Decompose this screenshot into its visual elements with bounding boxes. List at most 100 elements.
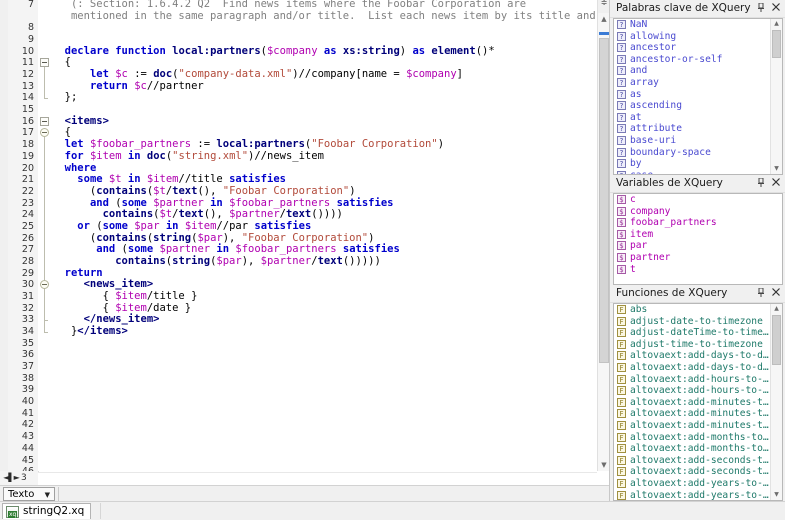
list-item[interactable]: $par (614, 240, 782, 252)
code-line[interactable]: mentioned in the same paragraph and/or t… (52, 11, 597, 23)
fn-item-icon: F (617, 409, 626, 418)
code-token: $t (159, 208, 172, 220)
code-token: text (178, 208, 203, 220)
panel-title-bar[interactable]: Funciones de XQuery (610, 285, 785, 303)
altova-xmlspy-window: 7891011121314151617181920212223242526272… (0, 0, 785, 519)
code-line[interactable]: }</items> (52, 326, 128, 338)
document-tab-bar[interactable]: stringQ2.xq (0, 501, 785, 520)
scroll-down-arrow-icon[interactable]: ▼ (771, 164, 782, 174)
list-item[interactable]: Faltovaext:add-minutes-t… (614, 420, 771, 432)
code-token: let (90, 68, 109, 80)
list-item[interactable]: ?ancestor (614, 42, 771, 54)
xquery-editor[interactable]: 7891011121314151617181920212223242526272… (0, 0, 609, 485)
list-item[interactable]: Faltovaext:add-months-to… (614, 432, 771, 444)
list-item[interactable]: $t (614, 264, 782, 276)
hscroll-track[interactable] (38, 472, 597, 485)
list-item[interactable]: $company (614, 206, 782, 218)
code-token: { (52, 290, 115, 302)
list-item[interactable]: ?base-uri (614, 135, 771, 147)
dock-panel-keywords: Palabras clave de XQuery?NaN?allowing?an… (610, 0, 785, 175)
code-token: ), (242, 255, 261, 267)
view-mode-label: Texto (8, 489, 34, 501)
panel-title-bar[interactable]: Palabras clave de XQuery (610, 0, 785, 18)
fold-toggle-icon[interactable] (40, 117, 49, 126)
code-token: := (191, 138, 216, 150)
code-line[interactable]: declare function local:partners($company… (52, 46, 495, 58)
panel-list[interactable]: $c$company$foobar_partners$item$par$part… (613, 193, 783, 285)
view-mode-dropdown[interactable]: Texto ▼ (3, 487, 55, 501)
list-item[interactable]: Faltovaext:add-years-to-… (614, 490, 771, 502)
list-item[interactable]: Faltovaext:add-hours-to-… (614, 385, 771, 397)
code-token: in (128, 173, 141, 185)
fold-toggle-icon[interactable] (40, 128, 49, 137)
panel-title-bar[interactable]: Variables de XQuery (610, 175, 785, 193)
list-item[interactable]: Fabs (614, 304, 771, 316)
list-item-label: company (630, 206, 670, 218)
list-item[interactable]: ?at (614, 112, 771, 124)
list-item[interactable]: $c (614, 194, 782, 206)
fold-toggle-icon[interactable] (40, 280, 49, 289)
list-item[interactable]: ?allowing (614, 31, 771, 43)
code-line[interactable]: }; (52, 92, 77, 104)
kw-item-icon: ? (617, 20, 626, 29)
code-token (52, 45, 65, 57)
code-token: $item (115, 302, 147, 314)
panel-list[interactable]: ?NaN?allowing?ancestor?ancestor-or-self?… (613, 18, 783, 175)
close-icon[interactable] (771, 288, 781, 299)
list-item[interactable]: Fadjust-time-to-timezone (614, 339, 771, 351)
list-item[interactable]: Fadjust-date-to-timezone (614, 316, 771, 328)
list-item[interactable]: ?by (614, 158, 771, 170)
line-number: 33 (8, 314, 34, 326)
panel-vertical-scrollbar[interactable]: ▲▼ (770, 304, 782, 500)
fold-range-end (44, 98, 48, 99)
fold-toggle-icon[interactable] (40, 58, 49, 67)
list-item[interactable]: Faltovaext:add-minutes-t… (614, 397, 771, 409)
scroll-down-arrow-icon[interactable]: ▼ (771, 490, 782, 500)
code-folding-column[interactable] (38, 0, 52, 471)
list-item[interactable]: ?attribute (614, 123, 771, 135)
pin-icon[interactable] (756, 288, 766, 299)
panel-scroll-thumb[interactable] (772, 30, 781, 58)
list-item[interactable]: $item (614, 229, 782, 241)
list-item[interactable]: ?boundary-space (614, 147, 771, 159)
editor-vscroll-thumb[interactable] (599, 38, 609, 363)
var-item-icon: $ (617, 218, 626, 227)
pin-icon[interactable] (756, 178, 766, 189)
list-item[interactable]: Faltovaext:add-hours-to-… (614, 374, 771, 386)
horizontal-split-grip-icon[interactable]: ◄▌► (0, 473, 22, 483)
list-item[interactable]: ?as (614, 89, 771, 101)
pin-icon[interactable] (756, 3, 766, 14)
list-item[interactable]: Fadjust-dateTime-to-time… (614, 327, 771, 339)
list-item[interactable]: $partner (614, 252, 782, 264)
code-token (52, 150, 65, 162)
list-item[interactable]: Faltovaext:add-years-to-… (614, 478, 771, 490)
list-item[interactable]: Faltovaext:add-days-to-d… (614, 362, 771, 374)
line-number: 13 (8, 81, 34, 93)
close-icon[interactable] (771, 178, 781, 189)
panel-scroll-thumb[interactable] (772, 315, 781, 365)
list-item[interactable]: ?ascending (614, 100, 771, 112)
panel-title: Palabras clave de XQuery (616, 2, 751, 15)
tab-stringQ2-xq[interactable]: stringQ2.xq (2, 503, 91, 519)
list-item[interactable]: Faltovaext:add-minutes-t… (614, 408, 771, 420)
list-item[interactable]: $foobar_partners (614, 217, 782, 229)
kw-item-icon: ? (617, 136, 626, 145)
list-item[interactable]: ?NaN (614, 19, 771, 31)
panel-vertical-scrollbar[interactable]: ▲▼ (770, 19, 782, 174)
scroll-up-arrow-icon[interactable]: ▲ (771, 304, 782, 314)
list-item[interactable]: ?and (614, 65, 771, 77)
editor-horizontal-scrollbar[interactable]: ◄▌► 3 (0, 471, 609, 485)
list-item[interactable]: Faltovaext:add-months-to… (614, 443, 771, 455)
list-item[interactable]: ?ancestor-or-self (614, 54, 771, 66)
list-item[interactable]: ?array (614, 77, 771, 89)
line-number: 30 (8, 279, 34, 291)
code-text-area[interactable]: (: Section: 1.6.4.2 Q2 Find news items w… (52, 0, 597, 471)
code-token: some (77, 173, 102, 185)
code-token: </news_item> (84, 313, 160, 325)
scroll-up-arrow-icon[interactable]: ▲ (771, 19, 782, 29)
panel-list[interactable]: FabsFadjust-date-to-timezoneFadjust-date… (613, 303, 783, 501)
list-item[interactable]: Faltovaext:add-seconds-t… (614, 466, 771, 478)
list-item[interactable]: Faltovaext:add-seconds-t… (614, 455, 771, 467)
close-icon[interactable] (771, 3, 781, 14)
list-item[interactable]: Faltovaext:add-days-to-d… (614, 350, 771, 362)
